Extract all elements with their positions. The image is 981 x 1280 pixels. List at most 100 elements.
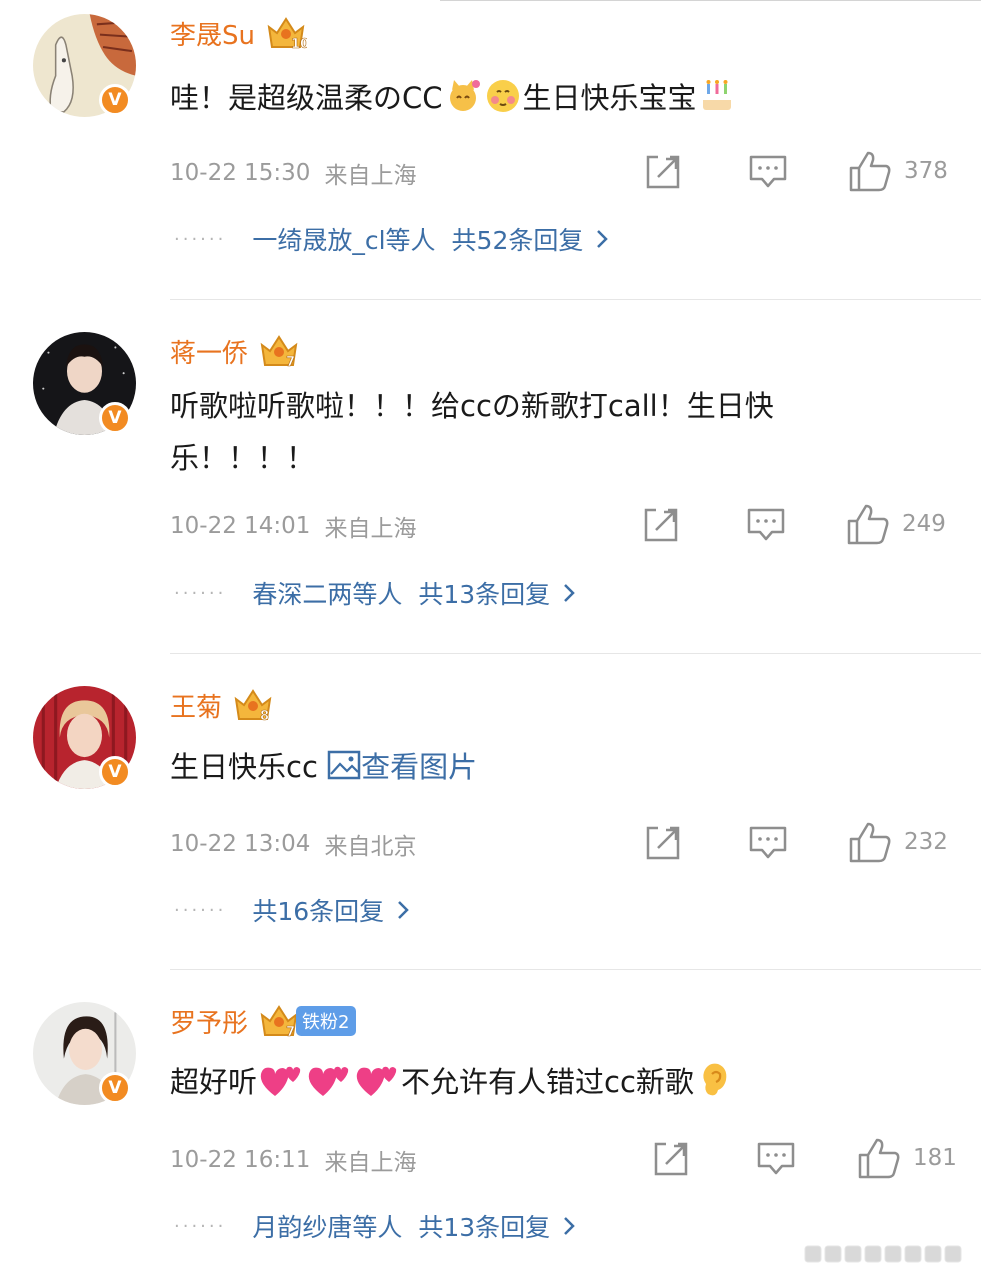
comment-button[interactable] [746,506,786,544]
thumbs-up-icon [849,151,891,192]
top-divider [440,0,981,1]
comment-button[interactable] [756,1140,796,1178]
share-button[interactable] [644,824,684,862]
comment-divider [170,653,981,654]
cat-emoji-icon [449,80,480,111]
verified-badge-icon: V [99,84,131,116]
cake-emoji-icon [702,80,731,110]
replies-summary[interactable]: ······ 月韵纱唐等人 共13条回复 [174,1206,576,1246]
share-button[interactable] [644,153,684,191]
two-hearts-emoji-icon [356,1066,397,1096]
crown-level-icon: 7 [260,1005,298,1039]
view-image-label: 查看图片 [361,750,478,784]
comment-button[interactable] [748,153,788,191]
username[interactable]: 李晟Su [170,15,255,52]
share-icon [646,155,680,189]
comment-date: 10-22 13:04 [170,831,311,857]
chevron-right-icon [564,1217,575,1235]
thumbs-up-icon [847,504,889,545]
like-count: 232 [904,829,948,855]
verified-badge-icon: V [99,1072,131,1104]
replies-summary[interactable]: ······ 共16条回复 [174,890,410,930]
reply-count: 共52条回复 [451,226,584,255]
name-row: 罗予彤 7 铁粉2 [170,1000,357,1042]
comment-meta: 10-22 16:11 来自上海 [170,1140,416,1180]
crown-level-number: 7 [286,1025,295,1039]
comment-meta: 10-22 15:30 来自上海 [170,153,416,193]
comment-text-part: 超好听 [170,1065,258,1099]
crown-level-icon: 10 [267,17,307,51]
reply-count: 共13条回复 [418,580,551,609]
comment-text-part: 生日快乐cc [170,750,318,784]
crown-level-number: 10 [291,37,307,51]
crown-level-number: 7 [286,355,295,369]
verified-badge-icon: V [99,402,131,434]
watermark-image [804,1245,962,1263]
comment-date: 10-22 16:11 [170,1147,311,1173]
name-row: 蒋一侨 7 [170,330,300,372]
fan-badge: 铁粉2 [296,1006,357,1036]
comment-source: 来自上海 [324,1150,417,1176]
comment-source: 来自上海 [324,163,417,189]
reply-count: 共13条回复 [418,1213,551,1242]
name-row: 李晟Su 10 [170,12,307,54]
reply-count: 共16条回复 [252,897,385,926]
replies-summary[interactable]: ······ 一绮晟放_cl等人 共52条回复 [174,219,609,259]
dots-decoration: ······ [174,899,227,921]
reply-users: 一绮晟放_cl等人 [252,226,436,255]
crown-level-number: 8 [260,709,269,723]
replies-summary[interactable]: ······ 春深二两等人 共13条回复 [174,573,576,613]
comment-bubble-icon [749,826,787,859]
comment-meta: 10-22 13:04 来自北京 [170,824,416,864]
share-button[interactable] [652,1140,692,1178]
like-button[interactable]: 181 [857,1137,957,1179]
like-button[interactable]: 232 [848,821,948,863]
name-row: 王菊 8 [170,684,274,726]
comment-bubble-icon [757,1142,795,1175]
comment-divider [170,299,981,300]
share-icon [644,508,678,542]
thumbs-up-icon [849,822,891,863]
reply-users: 春深二两等人 [252,580,403,609]
comment-date: 10-22 14:01 [170,513,311,539]
like-button[interactable]: 378 [848,150,948,192]
view-image-link[interactable]: 查看图片 [327,750,477,784]
two-hearts-emoji-icon [308,1066,349,1096]
chevron-right-icon [564,584,575,602]
comment-text: 听歌啦听歌啦！！！给ccの新歌打call！生日快乐！！！！ [170,389,774,475]
comment-text: 生日快乐cc 查看图片 [170,741,850,793]
username[interactable]: 蒋一侨 [170,333,248,370]
comment-bubble-icon [747,508,785,541]
comment-text-part: 哇！是超级温柔のCC [170,81,443,115]
comment-text-part: 不允许有人错过cc新歌 [401,1065,694,1099]
username[interactable]: 王菊 [170,687,222,724]
comment-source: 来自上海 [324,516,417,542]
dots-decoration: ······ [174,228,227,250]
comment-button[interactable] [748,824,788,862]
like-count: 181 [913,1145,957,1171]
comment-bubble-icon [749,155,787,188]
comment-text: 哇！是超级温柔のCC 生日快乐宝宝 [170,72,850,124]
like-count: 378 [904,158,948,184]
dots-decoration: ······ [174,582,227,604]
chevron-right-icon [398,901,409,919]
comment-divider [170,969,981,970]
chevron-right-icon [597,230,609,248]
username[interactable]: 罗予彤 [170,1003,248,1040]
comment-meta: 10-22 14:01 来自上海 [170,506,416,546]
crown-level-icon: 7 [260,335,298,369]
comment-date: 10-22 15:30 [170,160,311,186]
share-button[interactable] [642,506,682,544]
comment-source: 来自北京 [324,834,417,860]
two-hearts-emoji-icon [260,1066,301,1096]
like-count: 249 [902,511,946,537]
share-icon [646,826,680,860]
thumbs-up-icon [858,1138,900,1179]
dots-decoration: ······ [174,1215,227,1237]
image-icon [327,750,361,780]
like-button[interactable]: 249 [846,503,946,545]
verified-badge-icon: V [99,756,131,788]
crown-level-icon: 8 [234,689,272,723]
comment-text: 超好听 不允许有人错过cc新歌 [170,1056,850,1108]
comment-text-part: 生日快乐宝宝 [522,81,697,115]
